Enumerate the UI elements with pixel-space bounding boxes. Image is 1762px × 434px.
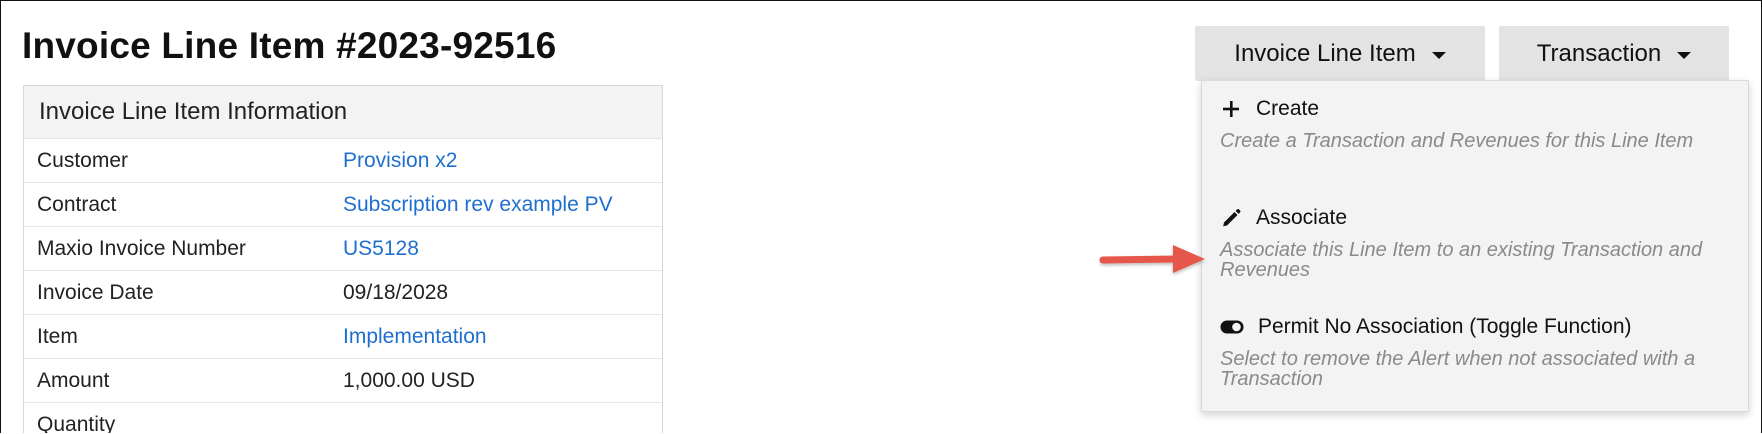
contract-link[interactable]: Subscription rev example PV [343,193,613,217]
invoice-line-item-dropdown-button[interactable]: Invoice Line Item [1195,26,1485,81]
info-panel-header: Invoice Line Item Information [24,86,662,139]
caret-down-icon [1431,51,1446,59]
caret-down-icon [1677,51,1692,59]
menu-item-description: Associate this Line Item to an existing … [1220,239,1703,281]
info-label: Quantity [37,412,116,434]
menu-item-associate[interactable]: Associate Associate this Line Item to an… [1220,204,1730,280]
pencil-icon [1220,207,1242,229]
item-link[interactable]: Implementation [343,325,487,349]
info-row-quantity: Quantity [24,403,662,434]
menu-item-title: Create [1256,97,1320,120]
annotation-arrow [1099,245,1205,273]
info-row-invoice-number: Maxio Invoice Number US5128 [24,227,662,271]
info-label: Contract [37,192,117,216]
transaction-button-label: Transaction [1536,39,1662,67]
info-row-customer: Customer Provision x2 [24,139,662,183]
invoice-number-link[interactable]: US5128 [343,237,419,261]
info-label: Maxio Invoice Number [37,236,246,260]
toggle-icon [1220,316,1244,338]
plus-icon [1220,98,1242,120]
page-title: Invoice Line Item #2023-92516 [22,25,557,66]
info-row-invoice-date: Invoice Date 09/18/2028 [24,271,662,315]
menu-item-permit-no-association[interactable]: Permit No Association (Toggle Function) … [1220,313,1730,389]
invoice-line-item-button-label: Invoice Line Item [1234,39,1416,67]
transaction-dropdown-menu: Create Create a Transaction and Revenues… [1201,80,1749,412]
menu-item-description: Select to remove the Alert when not asso… [1220,348,1696,390]
transaction-dropdown-button[interactable]: Transaction [1499,26,1729,81]
menu-item-description: Create a Transaction and Revenues for th… [1220,130,1694,152]
menu-item-title: Associate [1256,206,1348,229]
info-row-item: Item Implementation [24,315,662,359]
amount-value: 1,000.00 USD [343,368,475,392]
menu-item-title: Permit No Association (Toggle Function) [1258,315,1632,338]
line-item-info-panel: Invoice Line Item Information Customer P… [23,85,663,433]
info-label: Customer [37,148,129,172]
invoice-date-value: 09/18/2028 [343,280,449,304]
menu-item-create[interactable]: Create Create a Transaction and Revenues… [1220,95,1730,151]
info-row-contract: Contract Subscription rev example PV [24,183,662,227]
info-row-amount: Amount 1,000.00 USD [24,359,662,403]
info-label: Amount [37,368,110,392]
info-label: Invoice Date [37,280,154,304]
screenshot-frame: Invoice Line Item #2023-92516 Invoice Li… [0,0,1762,433]
customer-link[interactable]: Provision x2 [343,149,457,173]
info-label: Item [37,324,78,348]
